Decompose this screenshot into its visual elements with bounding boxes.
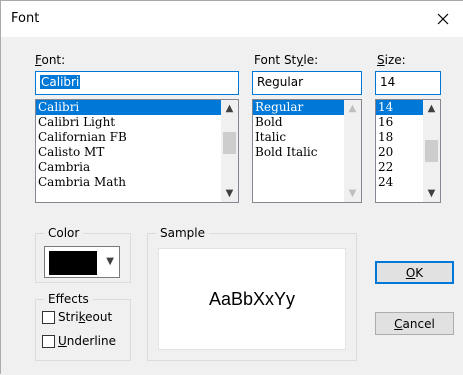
underline-checkbox[interactable]: Underline bbox=[42, 334, 116, 348]
title-bar[interactable]: Font bbox=[1, 1, 463, 37]
effects-group: Effects Strikeout Underline bbox=[35, 292, 131, 361]
strikeout-checkbox[interactable]: Strikeout bbox=[42, 310, 112, 324]
sample-group: Sample AaBbXxYy bbox=[147, 226, 357, 361]
scroll-up-icon[interactable]: ▲ bbox=[423, 100, 440, 117]
color-group: Color ▼ bbox=[35, 226, 131, 283]
underline-checkbox-box[interactable] bbox=[42, 334, 55, 348]
scroll-thumb[interactable] bbox=[223, 132, 236, 154]
font-list-item[interactable]: Cambria bbox=[36, 160, 238, 175]
window-title: Font bbox=[11, 11, 40, 26]
scroll-thumb[interactable] bbox=[425, 140, 438, 162]
size-list[interactable]: 14 16 18 20 22 24 ▲ ▼ bbox=[375, 99, 441, 203]
underline-label: Underline bbox=[58, 334, 116, 348]
size-list-scrollbar[interactable]: ▲ ▼ bbox=[423, 100, 440, 202]
font-style-input[interactable]: Regular bbox=[252, 71, 362, 95]
sample-preview: AaBbXxYy bbox=[158, 248, 346, 350]
font-list-item[interactable]: Calisto MT bbox=[36, 145, 238, 160]
font-name-input[interactable]: Calibri bbox=[35, 71, 239, 95]
effects-label: Effects bbox=[44, 292, 93, 306]
font-style-label: Font Style: bbox=[254, 53, 319, 67]
font-list-item[interactable]: Californian FB bbox=[36, 130, 238, 145]
strikeout-checkbox-box[interactable] bbox=[42, 310, 55, 324]
size-input[interactable]: 14 bbox=[375, 71, 441, 95]
color-swatch bbox=[49, 251, 97, 275]
font-list-item[interactable]: Calibri bbox=[36, 100, 238, 115]
font-list[interactable]: Calibri Calibri Light Californian FB Cal… bbox=[35, 99, 239, 203]
scroll-up-icon[interactable]: ▲ bbox=[221, 100, 238, 117]
scroll-down-icon[interactable]: ▼ bbox=[221, 185, 238, 202]
ok-button[interactable]: OK bbox=[375, 261, 454, 284]
scroll-up-icon[interactable]: ▲ bbox=[344, 100, 361, 117]
font-label: Font: bbox=[35, 53, 66, 67]
font-style-list[interactable]: Regular Bold Italic Bold Italic ▲ ▼ bbox=[252, 99, 362, 203]
font-list-item[interactable]: Calibri Light bbox=[36, 115, 238, 130]
scroll-down-icon[interactable]: ▼ bbox=[344, 185, 361, 202]
scroll-down-icon[interactable]: ▼ bbox=[423, 185, 440, 202]
dialog-client-area: Font: Calibri Calibri Calibri Light Cali… bbox=[1, 37, 463, 375]
color-label: Color bbox=[44, 226, 84, 240]
cancel-button[interactable]: Cancel bbox=[375, 312, 454, 335]
font-dialog: Font Font: Calibri Calibri Calibri Light… bbox=[0, 0, 463, 375]
style-list-scrollbar[interactable]: ▲ ▼ bbox=[344, 100, 361, 202]
font-list-item[interactable]: Cambria Math bbox=[36, 175, 238, 190]
sample-label: Sample bbox=[156, 226, 209, 240]
font-list-scrollbar[interactable]: ▲ ▼ bbox=[221, 100, 238, 202]
close-button[interactable] bbox=[426, 5, 460, 33]
size-label: Size: bbox=[377, 53, 406, 67]
close-icon bbox=[437, 13, 449, 25]
chevron-down-icon: ▼ bbox=[106, 256, 114, 267]
color-picker[interactable]: ▼ bbox=[44, 246, 120, 278]
strikeout-label: Strikeout bbox=[58, 310, 113, 324]
